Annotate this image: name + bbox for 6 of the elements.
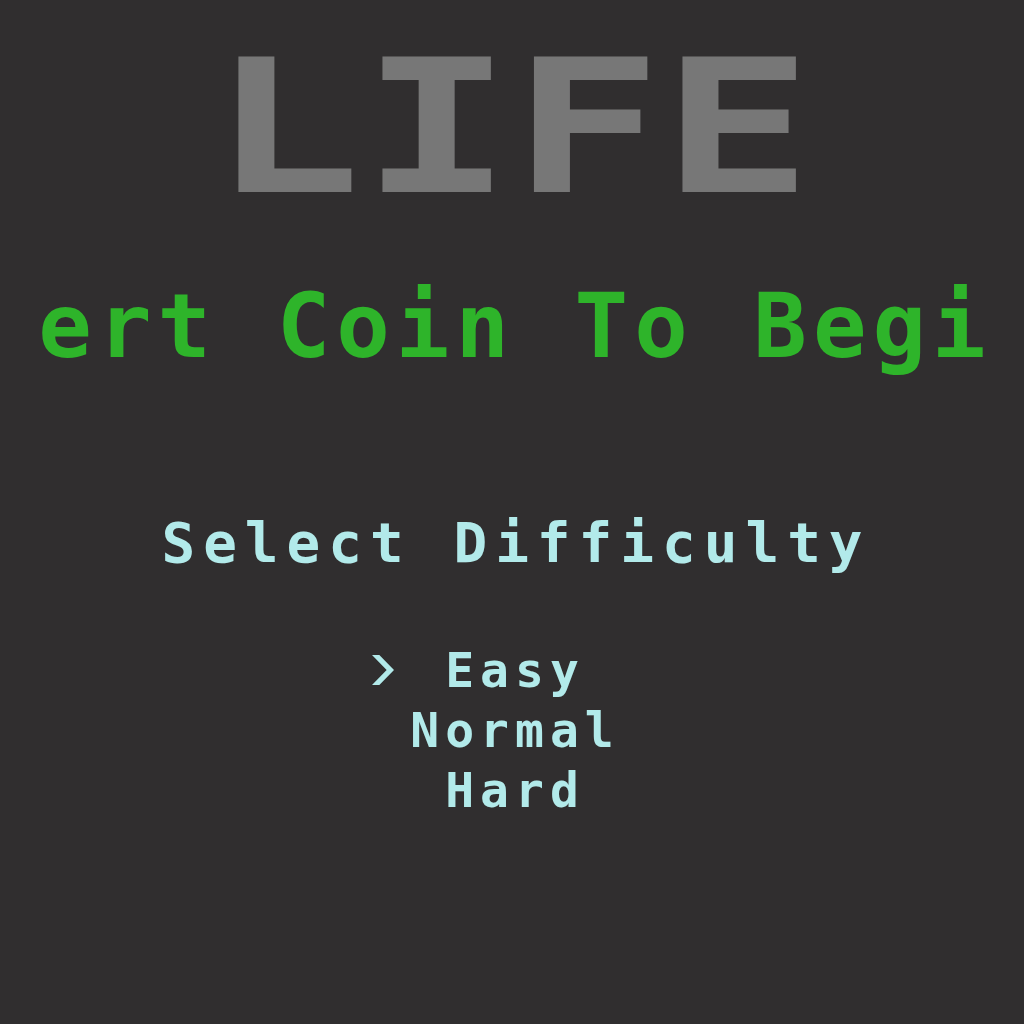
difficulty-option[interactable]: Normal <box>404 700 620 760</box>
game-title: LIFE <box>211 36 813 221</box>
chevron-icon <box>372 655 395 685</box>
difficulty-option[interactable]: Easy <box>366 640 585 700</box>
difficulty-heading: Select Difficulty <box>160 515 871 571</box>
difficulty-option[interactable]: Hard <box>439 760 585 820</box>
